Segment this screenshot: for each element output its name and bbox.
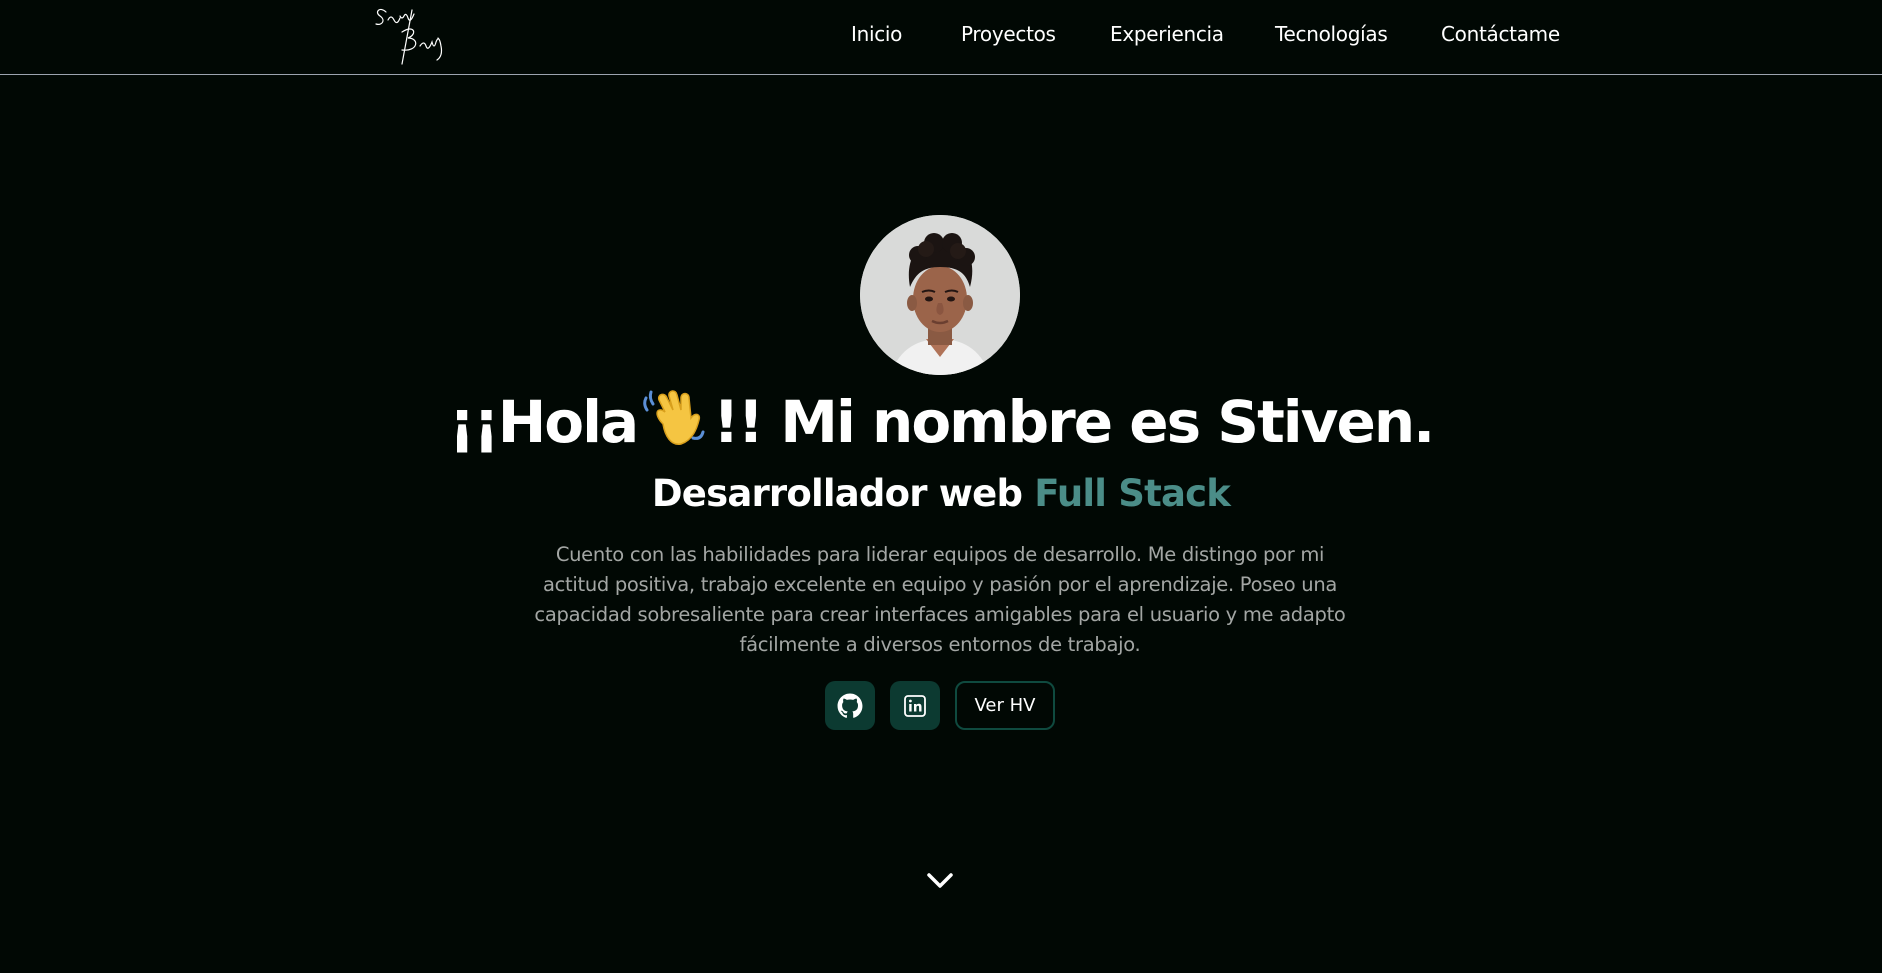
greeting-prefix: ¡¡Hola <box>448 388 639 456</box>
linkedin-button[interactable] <box>890 681 940 730</box>
main-nav: Inicio Proyectos Experiencia Tecnologías… <box>0 22 1882 50</box>
nav-inicio[interactable]: Inicio <box>851 22 902 46</box>
hero-subtitle: Desarrollador web Full Stack <box>0 472 1882 515</box>
github-icon <box>837 693 863 718</box>
hero-description: Cuento con las habilidades para liderar … <box>534 543 1346 656</box>
nav-tecnologias[interactable]: Tecnologías <box>1275 22 1388 46</box>
waving-hand-icon <box>643 388 707 462</box>
subtitle-accent: Full Stack <box>1034 472 1231 515</box>
greeting-suffix: !! Mi nombre es Stiven. <box>713 388 1435 456</box>
github-button[interactable] <box>825 681 875 730</box>
site-header: Inicio Proyectos Experiencia Tecnologías… <box>0 0 1882 75</box>
chevron-down-icon[interactable] <box>925 868 955 892</box>
nav-contactame[interactable]: Contáctame <box>1441 22 1560 46</box>
profile-photo <box>860 215 1020 375</box>
hero-headline: ¡¡Hola !! Mi nombre es Stiven. <box>0 388 1882 462</box>
view-cv-button[interactable]: Ver HV <box>955 681 1055 730</box>
subtitle-role: Desarrollador web <box>651 472 1023 515</box>
nav-proyectos[interactable]: Proyectos <box>961 22 1056 46</box>
linkedin-icon <box>904 694 926 717</box>
nav-experiencia[interactable]: Experiencia <box>1110 22 1224 46</box>
